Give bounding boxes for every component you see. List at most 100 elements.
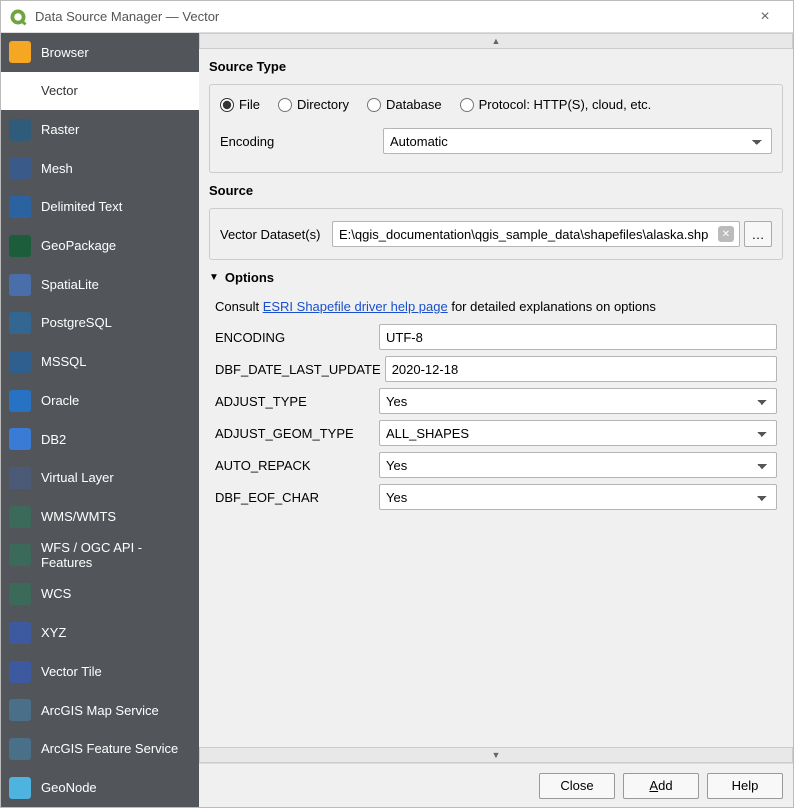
spatialite-icon: [7, 272, 33, 298]
option-row-adjust_geom_type: ADJUST_GEOM_TYPE ALL_SHAPES: [215, 420, 777, 446]
sidebar-item-mssql[interactable]: MSSQL: [1, 343, 199, 382]
dataset-path-input[interactable]: [332, 221, 740, 247]
sidebar-item-wfs-ogc-api-features[interactable]: WFS / OGC API - Features: [1, 536, 199, 575]
sidebar-item-spatialite[interactable]: SpatiaLite: [1, 265, 199, 304]
arcgis-feature-icon: [7, 736, 33, 762]
option-label: ENCODING: [215, 330, 375, 345]
sidebar-item-vector[interactable]: Vector: [1, 72, 199, 111]
sidebar-item-wcs[interactable]: WCS: [1, 575, 199, 614]
option-row-dbf_date_last_update: DBF_DATE_LAST_UPDATE: [215, 356, 777, 382]
radio-protocol[interactable]: Protocol: HTTP(S), cloud, etc.: [460, 97, 652, 112]
radio-directory-input[interactable]: [278, 98, 292, 112]
wfs-icon: [7, 542, 33, 568]
options-help-text: Consult ESRI Shapefile driver help page …: [215, 299, 777, 314]
app-icon: [9, 8, 27, 26]
option-input-auto_repack[interactable]: Yes: [379, 452, 777, 478]
sidebar-item-label: WFS / OGC API - Features: [41, 540, 193, 571]
encoding-label: Encoding: [220, 134, 375, 149]
source-type-radios: File Directory Database Protocol: HTTP(S…: [220, 97, 772, 112]
browse-button[interactable]: …: [744, 221, 772, 247]
sidebar-item-label: Delimited Text: [41, 199, 122, 215]
sidebar-item-label: Vector: [41, 83, 78, 99]
sidebar: Browser Vector Raster Mesh Delimited Text Geo…: [1, 33, 199, 807]
sidebar-item-mesh[interactable]: Mesh: [1, 149, 199, 188]
dataset-label: Vector Dataset(s): [220, 227, 328, 242]
sidebar-item-geonode[interactable]: GeoNode: [1, 768, 199, 807]
help-suffix: for detailed explanations on options: [448, 299, 656, 314]
sidebar-item-label: GeoPackage: [41, 238, 116, 254]
sidebar-item-oracle[interactable]: Oracle: [1, 381, 199, 420]
option-input-encoding[interactable]: [379, 324, 777, 350]
sidebar-item-label: MSSQL: [41, 354, 87, 370]
radio-directory[interactable]: Directory: [278, 97, 349, 112]
source-type-title: Source Type: [209, 59, 783, 74]
encoding-select[interactable]: Automatic: [383, 128, 772, 154]
window-close-button[interactable]: ×: [745, 8, 785, 26]
options-toggle[interactable]: ▼ Options: [209, 270, 783, 285]
sidebar-item-delimited-text[interactable]: Delimited Text: [1, 188, 199, 227]
encoding-row: Encoding Automatic: [220, 128, 772, 154]
sidebar-item-label: WCS: [41, 586, 71, 602]
source-group: Vector Dataset(s) ✕ …: [209, 208, 783, 260]
sidebar-item-browser[interactable]: Browser: [1, 33, 199, 72]
radio-database[interactable]: Database: [367, 97, 442, 112]
arcgis-map-icon: [7, 697, 33, 723]
sidebar-item-label: Vector Tile: [41, 664, 102, 680]
sidebar-item-arcgis-map-service[interactable]: ArcGIS Map Service: [1, 691, 199, 730]
sidebar-item-label: Raster: [41, 122, 79, 138]
xyz-icon: [7, 620, 33, 646]
radio-database-label: Database: [386, 97, 442, 112]
form-panel: Source Type File Directory Database: [199, 49, 793, 747]
sidebar-item-db2[interactable]: DB2: [1, 420, 199, 459]
delimited-icon: [7, 194, 33, 220]
add-button-rest: dd: [658, 778, 672, 793]
sidebar-item-vector-tile[interactable]: Vector Tile: [1, 652, 199, 691]
option-label: ADJUST_GEOM_TYPE: [215, 426, 375, 441]
sidebar-item-label: WMS/WMTS: [41, 509, 116, 525]
scroll-up-arrow[interactable]: ▲: [199, 33, 793, 49]
clear-path-icon[interactable]: ✕: [718, 226, 734, 242]
vectortile-icon: [7, 659, 33, 685]
help-button[interactable]: Help: [707, 773, 783, 799]
option-label: ADJUST_TYPE: [215, 394, 375, 409]
close-button[interactable]: Close: [539, 773, 615, 799]
help-prefix: Consult: [215, 299, 263, 314]
option-input-adjust_type[interactable]: Yes: [379, 388, 777, 414]
sidebar-item-postgresql[interactable]: PostgreSQL: [1, 304, 199, 343]
option-input-adjust_geom_type[interactable]: ALL_SHAPES: [379, 420, 777, 446]
radio-file-input[interactable]: [220, 98, 234, 112]
radio-file-label: File: [239, 97, 260, 112]
option-input-dbf_eof_char[interactable]: Yes: [379, 484, 777, 510]
disclosure-triangle-icon: ▼: [209, 272, 219, 283]
sidebar-item-label: Mesh: [41, 161, 73, 177]
option-label: AUTO_REPACK: [215, 458, 375, 473]
add-button[interactable]: Add: [623, 773, 699, 799]
radio-database-input[interactable]: [367, 98, 381, 112]
option-label: DBF_EOF_CHAR: [215, 490, 375, 505]
sidebar-item-xyz[interactable]: XYZ: [1, 614, 199, 653]
option-row-auto_repack: AUTO_REPACK Yes: [215, 452, 777, 478]
option-row-adjust_type: ADJUST_TYPE Yes: [215, 388, 777, 414]
sidebar-item-label: XYZ: [41, 625, 66, 641]
db2-icon: [7, 426, 33, 452]
geopackage-icon: [7, 233, 33, 259]
option-input-dbf_date_last_update[interactable]: [385, 356, 777, 382]
raster-icon: [7, 117, 33, 143]
sidebar-item-label: Browser: [41, 45, 89, 61]
sidebar-item-wms-wmts[interactable]: WMS/WMTS: [1, 497, 199, 536]
sidebar-item-label: SpatiaLite: [41, 277, 99, 293]
sidebar-item-raster[interactable]: Raster: [1, 110, 199, 149]
radio-file[interactable]: File: [220, 97, 260, 112]
sidebar-item-geopackage[interactable]: GeoPackage: [1, 227, 199, 266]
sidebar-item-virtual-layer[interactable]: Virtual Layer: [1, 459, 199, 498]
mssql-icon: [7, 349, 33, 375]
main-area: Browser Vector Raster Mesh Delimited Text Geo…: [1, 33, 793, 807]
sidebar-item-arcgis-feature-service[interactable]: ArcGIS Feature Service: [1, 730, 199, 769]
titlebar: Data Source Manager — Vector ×: [1, 1, 793, 33]
scroll-down-arrow[interactable]: ▼: [199, 747, 793, 763]
radio-protocol-input[interactable]: [460, 98, 474, 112]
option-row-dbf_eof_char: DBF_EOF_CHAR Yes: [215, 484, 777, 510]
mesh-icon: [7, 155, 33, 181]
source-title: Source: [209, 183, 783, 198]
driver-help-link[interactable]: ESRI Shapefile driver help page: [263, 299, 448, 314]
